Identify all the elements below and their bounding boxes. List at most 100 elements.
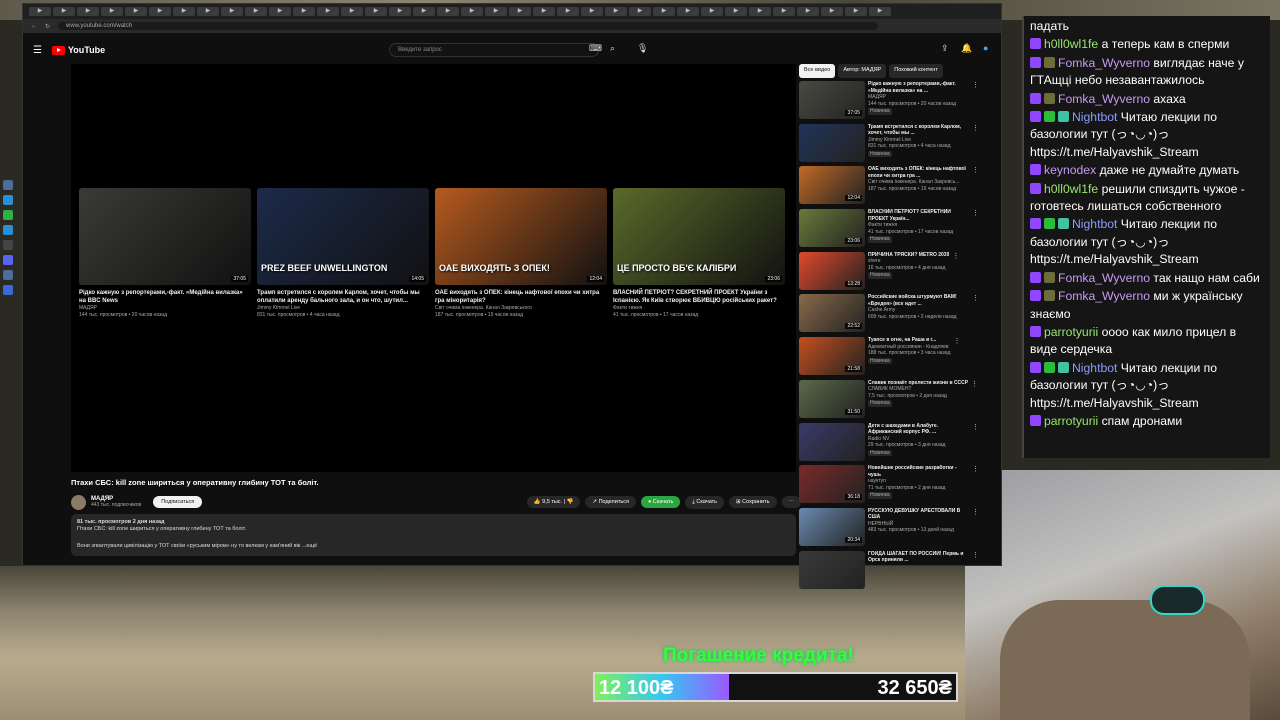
browser-tab[interactable]: ▶ — [461, 7, 483, 16]
download-button[interactable]: ⤓ Скачать — [685, 495, 725, 509]
end-card[interactable]: PREZ BEEF UNWELLINGTON 14:05 Трамп встрети… — [257, 188, 429, 319]
dock-icon[interactable] — [3, 270, 13, 280]
like-button[interactable]: 👍 9,5 тыс. | 👎 — [526, 496, 581, 508]
related-video-item[interactable]: Дети с шахедами в Алабуге. Африканский к… — [799, 422, 979, 466]
related-video-item[interactable]: 37:05 Рідко кажную з репортерами,-факт. «… — [799, 81, 979, 124]
browser-tab[interactable]: ▶ — [245, 7, 267, 16]
related-video-item[interactable]: 21:58 Туапсе в огне, на Раша в г... Адеква… — [799, 337, 979, 380]
related-video-thumbnail[interactable] — [799, 123, 865, 162]
search-icon[interactable]: ⌕ — [610, 43, 615, 54]
browser-tab[interactable]: ▶ — [413, 7, 435, 16]
chat-username[interactable]: keynodex — [1044, 163, 1096, 177]
browser-tab[interactable]: ▶ — [677, 7, 699, 16]
back-icon[interactable]: ← — [31, 23, 37, 29]
dock-icon[interactable] — [3, 180, 13, 190]
browser-tab[interactable]: ▶ — [173, 7, 195, 16]
avatar-icon[interactable]: ● — [983, 43, 988, 53]
related-video-item[interactable]: ГОЙДА ШАГАЕТ ПО РОССИИ! Пермь и Орск при… — [799, 550, 979, 594]
microphone-icon[interactable]: 🎙 — [637, 43, 648, 54]
related-video-title[interactable]: ВЛАСНИЙ ПЕТРІОТ? СЕКРЕТНИЙ ПРОЕКТ Україн… — [868, 209, 969, 222]
save-button[interactable]: ⊞ Сохранить — [729, 496, 777, 508]
keyboard-icon[interactable]: ⌨ — [589, 43, 602, 54]
url-field[interactable]: www.youtube.com/watch — [58, 22, 879, 30]
browser-tab[interactable]: ▶ — [869, 7, 891, 16]
browser-tab[interactable]: ▶ — [293, 7, 315, 16]
related-video-title[interactable]: ГОЙДА ШАГАЕТ ПО РОССИИ! Пермь и Орск при… — [868, 551, 969, 564]
dock-icon[interactable] — [3, 225, 13, 235]
related-video-thumbnail[interactable]: 13:28 — [799, 251, 865, 290]
related-video-title[interactable]: РУССКУЮ ДЕВУШКУ АРЕСТОВАЛИ В США — [868, 508, 969, 521]
related-video-item[interactable]: 20:34 РУССКУЮ ДЕВУШКУ АРЕСТОВАЛИ В США НЕР… — [799, 507, 979, 551]
bell-icon[interactable]: 🔔 — [961, 43, 972, 54]
browser-tab[interactable]: ▶ — [341, 7, 363, 16]
filter-chip[interactable]: Автор: МАДЯР — [838, 64, 887, 78]
end-card-thumbnail[interactable]: 37:05 — [79, 188, 251, 285]
related-video-thumbnail[interactable] — [799, 422, 865, 461]
browser-tab[interactable]: ▶ — [101, 7, 123, 16]
more-options-icon[interactable]: ⋮ — [971, 380, 978, 423]
related-video-thumbnail[interactable]: 20:34 — [799, 507, 865, 546]
end-card-thumbnail[interactable]: PREZ BEEF UNWELLINGTON 14:05 — [257, 188, 429, 285]
more-options-icon[interactable]: ⋮ — [952, 252, 959, 295]
end-card-title[interactable]: Рідко кажную з репортерами,-факт. «Медій… — [79, 289, 251, 305]
search-input[interactable]: Введите запрос — [389, 43, 599, 57]
more-options-icon[interactable]: ⋮ — [972, 166, 979, 209]
more-options-icon[interactable]: ⋮ — [954, 337, 961, 380]
end-card-thumbnail[interactable]: ЦЕ ПРОСТО ВБ'Є КАЛІБРИ 23:06 — [613, 188, 785, 285]
menu-icon[interactable]: ☰ — [33, 45, 42, 56]
chat-username[interactable]: Fomka_Wyverno — [1058, 92, 1150, 106]
related-video-title[interactable]: Рідко кажную з репортерами,-факт. «Медій… — [868, 81, 969, 94]
related-video-thumbnail[interactable]: 31:50 — [799, 379, 865, 418]
end-card[interactable]: ЦЕ ПРОСТО ВБ'Є КАЛІБРИ 23:06 ВЛАСНИЙ ПЕТРІ… — [613, 188, 785, 319]
subscribe-button[interactable]: Подписаться — [153, 496, 203, 508]
browser-tab[interactable]: ▶ — [389, 7, 411, 16]
related-video-title[interactable]: Дети с шахедами в Алабуге. Африканский к… — [868, 423, 969, 436]
dock-icon[interactable] — [3, 240, 13, 250]
browser-tab[interactable]: ▶ — [797, 7, 819, 16]
chat-username[interactable]: h0ll0wl1fe — [1044, 37, 1098, 51]
youtube-logo[interactable]: YouTube — [51, 45, 105, 55]
related-video-item[interactable]: 13:28 ПРИЧИНА ТРЯСКИ? METRO 2039 shere 16 т… — [799, 251, 979, 295]
browser-tab[interactable]: ▶ — [221, 7, 243, 16]
chat-username[interactable]: Nightbot — [1072, 361, 1117, 375]
related-video-item[interactable]: Трамп встретился с королем Карлом, хочет… — [799, 123, 979, 167]
browser-tab[interactable]: ▶ — [629, 7, 651, 16]
related-video-thumbnail[interactable]: 36:18 — [799, 465, 865, 504]
browser-tab[interactable]: ▶ — [437, 7, 459, 16]
browser-tab[interactable]: ▶ — [509, 7, 531, 16]
dock-icon[interactable] — [3, 210, 13, 220]
more-options-icon[interactable]: ⋮ — [972, 81, 979, 124]
chat-username[interactable]: Nightbot — [1072, 110, 1117, 124]
related-video-thumbnail[interactable]: 21:58 — [799, 337, 865, 376]
browser-tab[interactable]: ▶ — [701, 7, 723, 16]
more-options-icon[interactable]: ⋮ — [972, 508, 979, 551]
end-card-title[interactable]: ОАЕ виходять з ОПЕК: кінець нафтової епо… — [435, 289, 607, 305]
related-video-item[interactable]: 23:06 ВЛАСНИЙ ПЕТРІОТ? СЕКРЕТНИЙ ПРОЕКТ У… — [799, 209, 979, 252]
browser-tab[interactable]: ▶ — [125, 7, 147, 16]
video-player[interactable]: 37:05 Рідко кажную з репортерами,-факт. «… — [71, 64, 796, 472]
download-save-button[interactable]: ● Скачать — [640, 496, 681, 508]
related-video-thumbnail[interactable]: 37:05 — [799, 81, 865, 119]
chat-username[interactable]: Nightbot — [1072, 217, 1117, 231]
chat-username[interactable]: parrotyurii — [1044, 325, 1098, 339]
related-video-thumbnail[interactable]: 23:06 — [799, 209, 865, 248]
related-video-thumbnail[interactable] — [799, 550, 865, 589]
chat-username[interactable]: Fomka_Wyverno — [1058, 56, 1150, 70]
more-options-icon[interactable]: ⋮ — [972, 551, 979, 594]
channel-avatar[interactable] — [71, 494, 86, 510]
browser-tab[interactable]: ▶ — [725, 7, 747, 16]
end-card[interactable]: 37:05 Рідко кажную з репортерами,-факт. «… — [79, 188, 251, 319]
upload-icon[interactable]: ⇪ — [941, 43, 949, 54]
related-video-title[interactable]: Новейшие российские разработки - чушь — [868, 465, 969, 478]
related-video-item[interactable]: 22:52 Российские войска штурмуют ВАМ! «Бр… — [799, 294, 979, 337]
filter-chip[interactable]: Все видео — [799, 64, 836, 78]
more-options-icon[interactable]: ⋮ — [972, 124, 979, 167]
dock-icon[interactable] — [3, 255, 13, 265]
related-video-item[interactable]: 31:50 Славик познаёт прелести жизни в ССС… — [799, 379, 979, 423]
browser-tab[interactable]: ▶ — [485, 7, 507, 16]
browser-tab[interactable]: ▶ — [749, 7, 771, 16]
browser-tab[interactable]: ▶ — [653, 7, 675, 16]
browser-tab[interactable]: ▶ — [533, 7, 555, 16]
filter-chip[interactable]: Похожий контент — [889, 64, 943, 78]
browser-tab[interactable]: ▶ — [77, 7, 99, 16]
